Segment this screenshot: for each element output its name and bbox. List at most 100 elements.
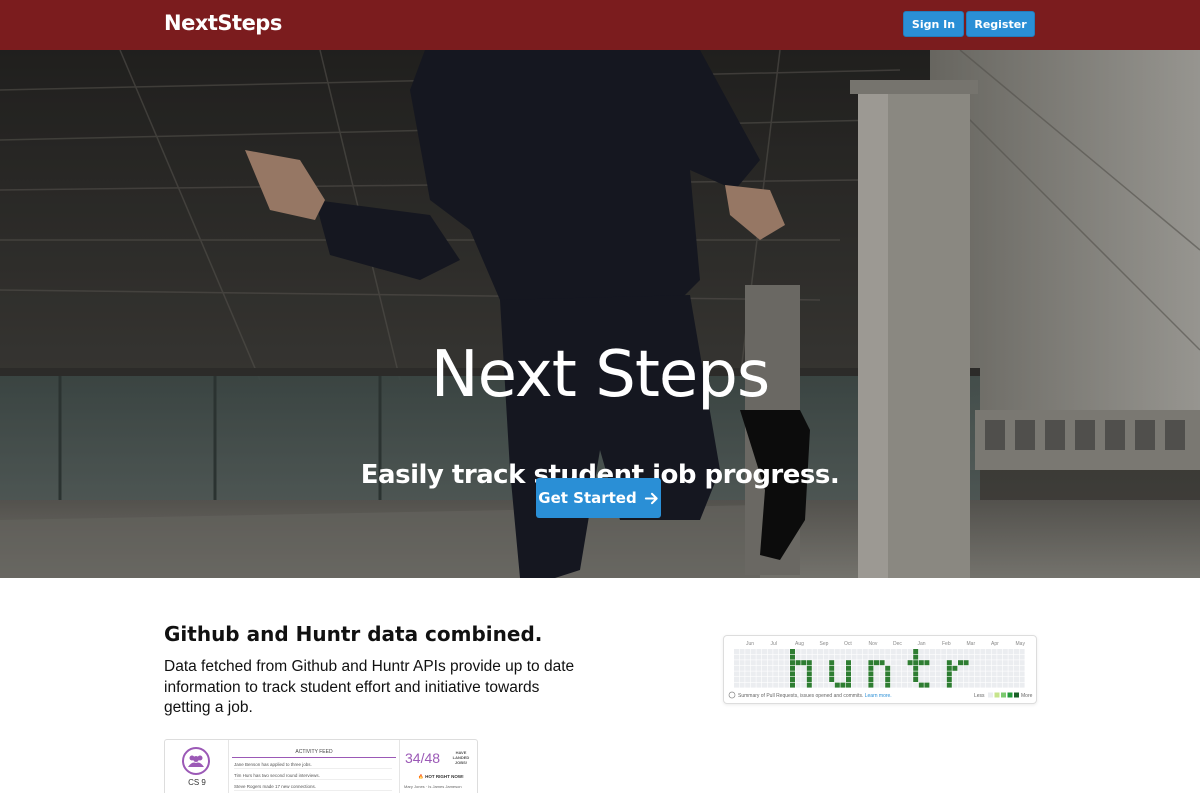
get-started-button[interactable]: Get Started bbox=[536, 478, 661, 518]
contribution-cell bbox=[784, 671, 790, 677]
contribution-cell bbox=[941, 682, 947, 688]
contribution-cell bbox=[885, 654, 891, 660]
contribution-cell bbox=[756, 682, 762, 688]
contribution-cell bbox=[762, 677, 767, 682]
contribution-cell bbox=[823, 665, 829, 671]
contribution-cell bbox=[818, 665, 823, 671]
contribution-cell bbox=[935, 649, 941, 654]
contribution-cell bbox=[834, 654, 840, 660]
feed-item: Steve Rogers made 17 new connections. bbox=[234, 784, 392, 791]
contribution-cell bbox=[756, 660, 762, 666]
legend-swatch bbox=[1001, 692, 1006, 698]
contribution-cell bbox=[795, 682, 801, 688]
contribution-cell bbox=[790, 665, 795, 671]
contribution-cell bbox=[958, 671, 963, 677]
contribution-cell bbox=[862, 649, 868, 654]
contribution-cell bbox=[806, 649, 812, 654]
contribution-cell bbox=[907, 665, 913, 671]
contribution-cell bbox=[778, 682, 784, 688]
contribution-cell bbox=[991, 660, 997, 666]
contribution-cell bbox=[890, 654, 896, 660]
contribution-cell bbox=[946, 649, 952, 654]
contribution-cell bbox=[823, 671, 829, 677]
contribution-cell bbox=[958, 677, 963, 682]
contribution-cell bbox=[930, 654, 935, 660]
contribution-cell bbox=[778, 671, 784, 677]
contribution-cell bbox=[980, 671, 986, 677]
contribution-cell bbox=[1008, 654, 1014, 660]
contribution-cell bbox=[991, 649, 997, 654]
contribution-cell bbox=[913, 677, 919, 682]
contribution-cell bbox=[974, 671, 980, 677]
contribution-cell bbox=[790, 654, 795, 660]
contribution-cell bbox=[896, 665, 902, 671]
contribution-cell bbox=[969, 677, 975, 682]
contribution-cell bbox=[790, 677, 795, 682]
contribution-cell bbox=[840, 682, 846, 688]
contribution-cell bbox=[890, 660, 896, 666]
contribution-cell bbox=[1014, 665, 1019, 671]
month-label: Jun bbox=[746, 641, 754, 647]
contribution-cell bbox=[801, 665, 807, 671]
contribution-cell bbox=[784, 682, 790, 688]
help-icon[interactable] bbox=[728, 691, 736, 699]
group-icon bbox=[182, 747, 210, 775]
contribution-cell bbox=[969, 665, 975, 671]
contribution-cell bbox=[818, 677, 823, 682]
contribution-cell bbox=[946, 654, 952, 660]
contribution-cell bbox=[980, 665, 986, 671]
contribution-cell bbox=[806, 671, 812, 677]
contribution-cell bbox=[902, 654, 907, 660]
contribution-cell bbox=[885, 660, 891, 666]
contribution-cell bbox=[1002, 660, 1008, 666]
contribution-cell bbox=[902, 660, 907, 666]
contribution-cell bbox=[1008, 682, 1014, 688]
contribution-cell bbox=[812, 677, 818, 682]
contribution-cell bbox=[874, 677, 879, 682]
features-heading: Github and Huntr data combined. bbox=[164, 622, 543, 646]
contribution-cell bbox=[896, 654, 902, 660]
month-label: May bbox=[1016, 641, 1026, 647]
contribution-cell bbox=[980, 682, 986, 688]
contribution-cell bbox=[762, 682, 767, 688]
contribution-cell bbox=[902, 677, 907, 682]
contribution-cell bbox=[946, 682, 952, 688]
contribution-cell bbox=[952, 649, 958, 654]
contribution-cell bbox=[790, 682, 795, 688]
contribution-cell bbox=[846, 665, 851, 671]
contribution-cell bbox=[734, 654, 739, 660]
contribution-cell bbox=[767, 649, 773, 654]
graph-summary: Summary of Pull Requests, issues opened … bbox=[738, 693, 892, 699]
contribution-cell bbox=[801, 654, 807, 660]
contribution-cell bbox=[958, 682, 963, 688]
contribution-cell bbox=[750, 649, 756, 654]
contribution-cell bbox=[1019, 660, 1025, 666]
contribution-cell bbox=[812, 671, 818, 677]
contribution-cell bbox=[857, 665, 863, 671]
contribution-cell bbox=[862, 660, 868, 666]
contribution-cell bbox=[851, 649, 857, 654]
contribution-cell bbox=[823, 649, 829, 654]
register-button[interactable]: Register bbox=[966, 11, 1035, 37]
contribution-cell bbox=[1019, 665, 1025, 671]
contribution-cell bbox=[862, 677, 868, 682]
month-label: Dec bbox=[893, 641, 902, 647]
contribution-cell bbox=[829, 677, 835, 682]
contribution-cell bbox=[767, 654, 773, 660]
contribution-cell bbox=[812, 654, 818, 660]
sign-in-button[interactable]: Sign In bbox=[903, 11, 964, 37]
contribution-cell bbox=[946, 671, 952, 677]
brand-logo[interactable]: NextSteps bbox=[164, 11, 282, 35]
contribution-cell bbox=[1008, 665, 1014, 671]
contribution-cell bbox=[784, 665, 790, 671]
contribution-cell bbox=[734, 671, 739, 677]
contribution-cell bbox=[812, 660, 818, 666]
contribution-cell bbox=[756, 665, 762, 671]
contribution-cell bbox=[750, 682, 756, 688]
contribution-cell bbox=[750, 671, 756, 677]
contribution-cell bbox=[986, 682, 991, 688]
contribution-cell bbox=[812, 665, 818, 671]
learn-more-link[interactable]: Learn more. bbox=[865, 693, 892, 699]
month-label: Aug bbox=[795, 641, 804, 647]
contribution-cell bbox=[986, 665, 991, 671]
